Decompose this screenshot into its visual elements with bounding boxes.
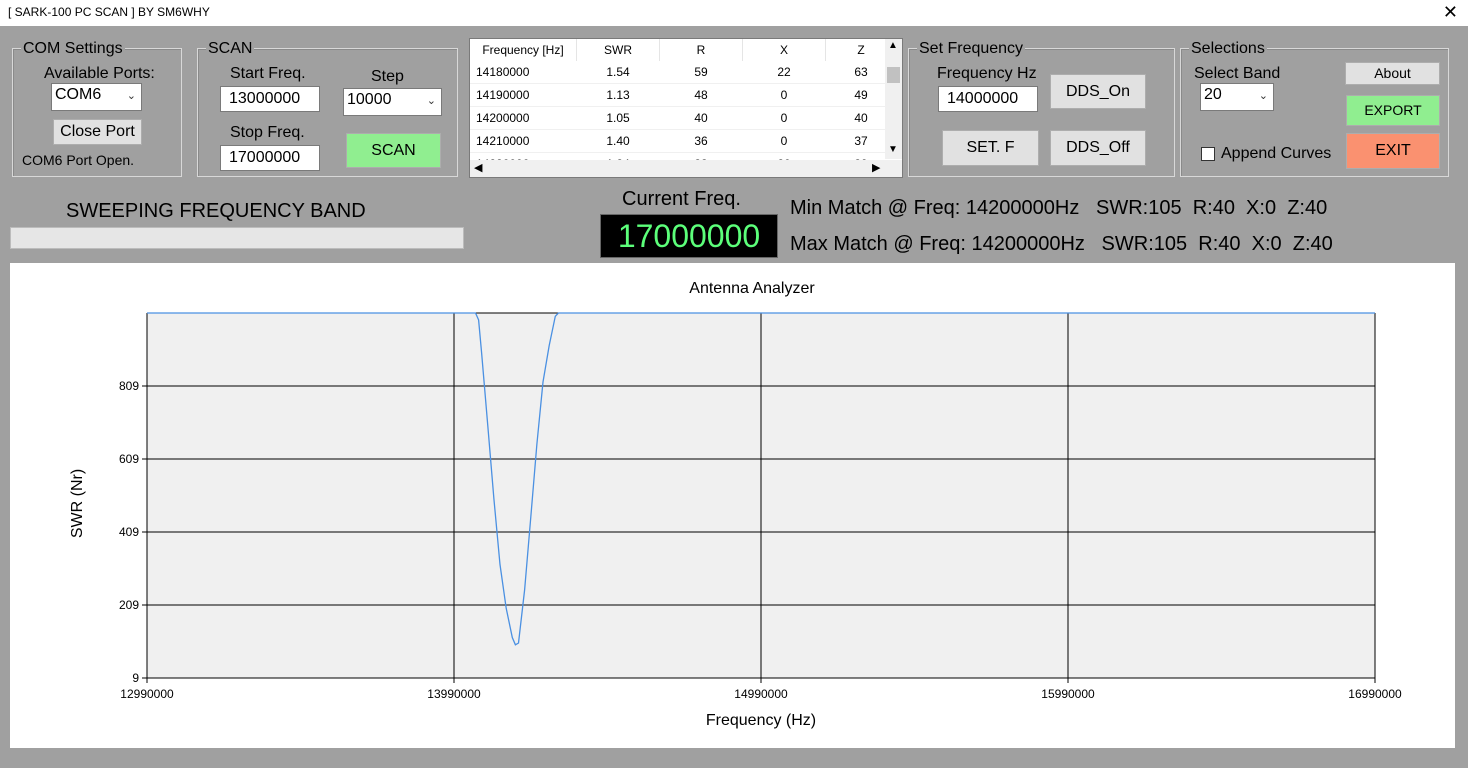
- window-title: [ SARK-100 PC SCAN ] BY SM6WHY: [8, 5, 210, 19]
- frequency-hz-label: Frequency Hz: [937, 65, 1037, 82]
- x-tick-label: 15990000: [1041, 687, 1095, 701]
- scroll-thumb[interactable]: [887, 67, 900, 83]
- chevron-down-icon: ⌄: [126, 90, 136, 102]
- set-f-button[interactable]: SET. F: [942, 130, 1039, 166]
- results-table[interactable]: Frequency [Hz] SWR R X Z 14180000 1.54 5…: [469, 38, 903, 178]
- cell-x: 0: [742, 83, 826, 107]
- y-tick-label: 809: [119, 379, 139, 393]
- scan-label: SCAN: [206, 40, 255, 58]
- cell-r: 59: [659, 61, 743, 84]
- band-select-value: 20: [1204, 86, 1222, 103]
- cell-r: 36: [659, 129, 743, 153]
- sweep-status-label: SWEEPING FREQUENCY BAND: [66, 200, 366, 222]
- scroll-up-icon[interactable]: ▲: [888, 40, 898, 51]
- col-frequency[interactable]: Frequency [Hz]: [470, 39, 577, 61]
- chevron-down-icon: ⌄: [1258, 90, 1268, 102]
- band-select[interactable]: 20 ⌄: [1200, 83, 1274, 111]
- select-band-label: Select Band: [1194, 65, 1281, 82]
- close-port-button[interactable]: Close Port: [53, 119, 142, 145]
- col-swr[interactable]: SWR: [576, 39, 660, 61]
- port-select[interactable]: COM6 ⌄: [51, 83, 142, 111]
- port-select-value: COM6: [55, 86, 102, 103]
- results-grid: Frequency [Hz] SWR R X Z 14180000 1.54 5…: [470, 39, 897, 176]
- y-axis-title: SWR (Nr): [69, 469, 86, 538]
- append-curves-label[interactable]: Append Curves: [1221, 145, 1331, 163]
- table-vertical-scrollbar[interactable]: ▲ ▼: [885, 39, 902, 159]
- min-match-label: Min Match @ Freq: 14200000Hz SWR:105 R:4…: [790, 197, 1328, 219]
- x-tick-label: 12990000: [120, 687, 174, 701]
- cell-swr: 1.40: [576, 129, 660, 153]
- cell-frequency: 14180000: [470, 61, 577, 84]
- cell-r: 48: [659, 83, 743, 107]
- x-tick-label: 13990000: [427, 687, 481, 701]
- main-window: COM Settings Available Ports: COM6 ⌄ Clo…: [2, 28, 1464, 765]
- start-freq-label: Start Freq.: [230, 65, 306, 82]
- cell-x: 0: [742, 129, 826, 153]
- selections-group: Selections Select Band 20 ⌄ About EXPORT…: [1180, 40, 1449, 177]
- set-frequency-group: Set Frequency Frequency Hz 14000000 DDS_…: [908, 40, 1175, 177]
- table-row[interactable]: 14190000 1.13 48 0 49: [470, 83, 897, 107]
- step-select[interactable]: 10000 ⌄: [343, 88, 442, 116]
- y-tick-label: 609: [119, 452, 139, 466]
- step-select-value: 10000: [347, 91, 392, 108]
- com-settings-group: COM Settings Available Ports: COM6 ⌄ Clo…: [12, 40, 182, 177]
- stop-freq-label: Stop Freq.: [230, 124, 305, 141]
- y-tick-label: 409: [119, 525, 139, 539]
- sweep-progress-bar: [10, 227, 464, 249]
- col-x[interactable]: X: [742, 39, 826, 61]
- com-settings-label: COM Settings: [21, 40, 125, 58]
- stop-freq-input[interactable]: 17000000: [220, 145, 320, 171]
- scroll-right-icon[interactable]: ▶: [872, 161, 880, 174]
- append-curves-checkbox[interactable]: [1201, 147, 1215, 161]
- chart-panel: 9 209 409 609 809 12990000 13990000 14990000 159…: [10, 263, 1455, 748]
- start-freq-input[interactable]: 13000000: [220, 86, 320, 112]
- scroll-down-icon[interactable]: ▼: [888, 144, 898, 155]
- x-tick-label: 14990000: [734, 687, 788, 701]
- scroll-left-icon[interactable]: ◀: [474, 161, 482, 174]
- exit-button[interactable]: EXIT: [1346, 133, 1440, 169]
- max-match-label: Max Match @ Freq: 14200000Hz SWR:105 R:4…: [790, 233, 1333, 255]
- cell-frequency: 14210000: [470, 129, 577, 153]
- scan-button[interactable]: SCAN: [346, 133, 441, 168]
- cell-swr: 1.05: [576, 106, 660, 130]
- cell-frequency: 14190000: [470, 83, 577, 107]
- dds-off-button[interactable]: DDS_Off: [1050, 130, 1146, 166]
- set-frequency-input[interactable]: 14000000: [938, 86, 1038, 112]
- export-button[interactable]: EXPORT: [1346, 95, 1440, 126]
- table-row[interactable]: 14200000 1.05 40 0 40: [470, 106, 897, 130]
- cell-swr: 1.54: [576, 61, 660, 84]
- y-tick-label: 209: [119, 598, 139, 612]
- dds-on-button[interactable]: DDS_On: [1050, 74, 1146, 109]
- port-status: COM6 Port Open.: [22, 152, 135, 168]
- cell-x: 0: [742, 106, 826, 130]
- cell-swr: 1.13: [576, 83, 660, 107]
- y-tick-label: 9: [132, 671, 139, 685]
- about-button[interactable]: About: [1345, 62, 1440, 85]
- title-bar: [ SARK-100 PC SCAN ] BY SM6WHY ✕: [0, 0, 1468, 26]
- close-icon[interactable]: ✕: [1443, 2, 1458, 22]
- available-ports-label: Available Ports:: [44, 65, 155, 82]
- chevron-down-icon: ⌄: [426, 95, 436, 107]
- scan-group: SCAN Start Freq. 13000000 Step 10000 ⌄ S…: [197, 40, 458, 177]
- cell-x: 22: [742, 61, 826, 84]
- chart-title: Antenna Analyzer: [689, 280, 815, 297]
- x-tick-label: 16990000: [1348, 687, 1402, 701]
- table-row[interactable]: 14210000 1.40 36 0 37: [470, 129, 897, 153]
- cell-frequency: 14200000: [470, 106, 577, 130]
- table-row[interactable]: 14180000 1.54 59 22 63: [470, 61, 897, 84]
- table-horizontal-scrollbar[interactable]: ◀ ▶: [470, 160, 902, 177]
- set-frequency-label: Set Frequency: [917, 40, 1026, 58]
- table-header-row: Frequency [Hz] SWR R X Z: [470, 39, 897, 61]
- x-axis-title: Frequency (Hz): [706, 712, 816, 729]
- col-r[interactable]: R: [659, 39, 743, 61]
- step-label: Step: [371, 68, 404, 85]
- current-freq-label: Current Freq.: [622, 188, 741, 210]
- cell-r: 40: [659, 106, 743, 130]
- selections-label: Selections: [1189, 40, 1267, 58]
- swr-chart: 9 209 409 609 809 12990000 13990000 14990000 159…: [69, 280, 1402, 729]
- current-freq-readout: 17000000: [600, 214, 778, 258]
